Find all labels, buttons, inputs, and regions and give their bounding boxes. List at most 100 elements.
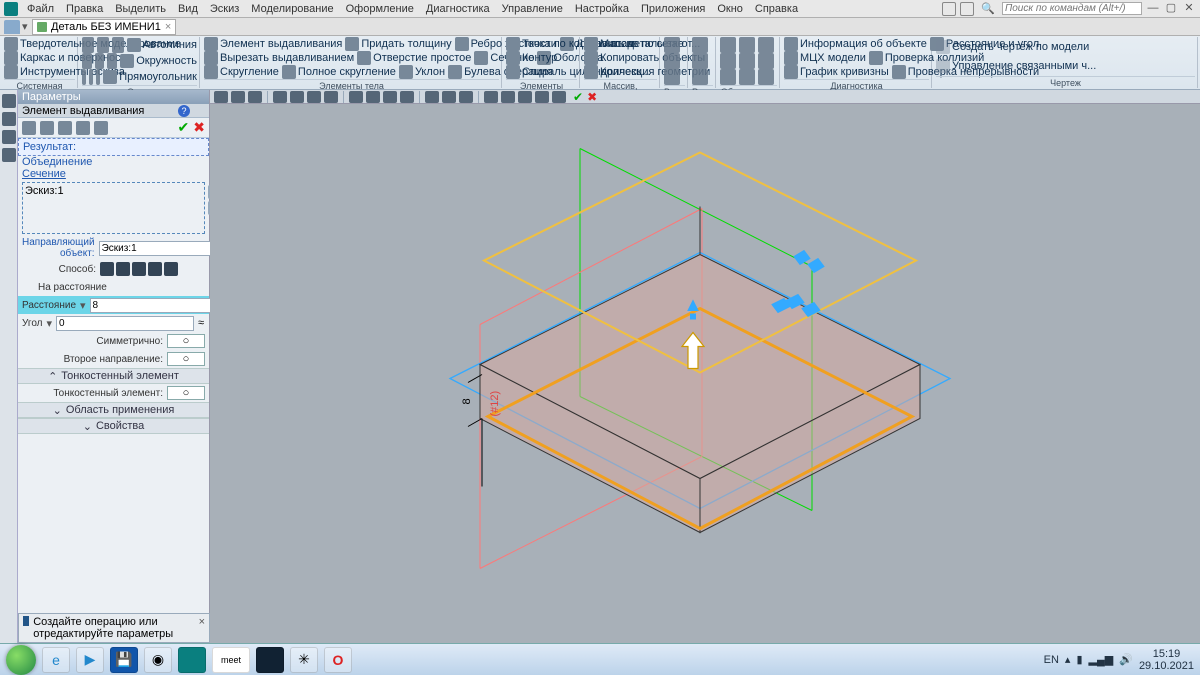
mass-button[interactable]: МЦХ модели <box>784 51 866 65</box>
hole-button[interactable]: Отверстие простое <box>357 51 471 65</box>
vt-9[interactable] <box>366 91 380 103</box>
tb-ie[interactable]: e <box>42 647 70 673</box>
method-2[interactable] <box>116 262 130 276</box>
ann-3[interactable] <box>758 37 774 53</box>
rect-button[interactable]: Прямоугольник <box>103 70 197 84</box>
aux-icon-3[interactable] <box>664 69 680 85</box>
dim-icon-3[interactable] <box>692 69 708 85</box>
redo-icon[interactable] <box>95 53 105 69</box>
dim-icon-2[interactable] <box>692 53 708 69</box>
tool-4[interactable] <box>76 121 90 135</box>
ann-5[interactable] <box>739 53 755 69</box>
create-drawing-button[interactable]: Создать чертеж по модели <box>936 40 1195 54</box>
ann-8[interactable] <box>739 69 755 85</box>
tb-media[interactable]: ▶ <box>76 647 104 673</box>
vt-14[interactable] <box>459 91 473 103</box>
circle-button[interactable]: Окружность <box>120 54 197 68</box>
menu-format[interactable]: Оформление <box>343 2 417 16</box>
tb-dark[interactable] <box>256 647 284 673</box>
tool-5[interactable] <box>94 121 108 135</box>
tool-1[interactable] <box>22 121 36 135</box>
tray-up[interactable]: ▴ <box>1065 653 1071 666</box>
menu-view[interactable]: Вид <box>175 2 201 16</box>
apply-button[interactable]: ✔ <box>178 119 190 136</box>
vp-apply[interactable]: ✔ <box>573 90 583 104</box>
tb-gear[interactable]: ✳ <box>290 647 318 673</box>
vt-11[interactable] <box>400 91 414 103</box>
more-icon[interactable] <box>2 148 16 162</box>
vt-15[interactable] <box>484 91 498 103</box>
dir2-checkbox[interactable]: ○ <box>167 352 205 366</box>
record-icon[interactable] <box>960 2 974 16</box>
vt-6[interactable] <box>307 91 321 103</box>
tb-app[interactable] <box>178 647 206 673</box>
document-tab[interactable]: Деталь БЕЗ ИМЕНИ1 × <box>32 19 176 35</box>
undo-icon[interactable] <box>82 53 92 69</box>
vt-18[interactable] <box>535 91 549 103</box>
close-button[interactable]: ✕ <box>1182 2 1196 16</box>
menu-settings[interactable]: Настройка <box>572 2 632 16</box>
clock-date[interactable]: 29.10.2021 <box>1139 660 1194 672</box>
new-icon[interactable] <box>82 37 94 53</box>
aux-icon-2[interactable] <box>664 53 680 69</box>
tb-save[interactable]: 💾 <box>110 647 138 673</box>
draft-button[interactable]: Уклон <box>399 65 445 79</box>
method-1[interactable] <box>100 262 114 276</box>
menu-select[interactable]: Выделить <box>112 2 169 16</box>
pattern-button[interactable]: Массив по сетке <box>584 37 657 51</box>
distance-drop[interactable]: ▾ <box>80 299 86 312</box>
copy-icon[interactable] <box>107 53 117 69</box>
vt-10[interactable] <box>383 91 397 103</box>
lang-indicator[interactable]: EN <box>1044 654 1059 666</box>
tb-opera[interactable]: O <box>324 647 352 673</box>
menu-model[interactable]: Моделирование <box>248 2 336 16</box>
symm-checkbox[interactable]: ○ <box>167 334 205 348</box>
solid-modeling-button[interactable]: Твердотельное моделирование <box>4 37 75 51</box>
tool-3[interactable] <box>58 121 72 135</box>
vp-cancel[interactable]: ✖ <box>587 90 597 104</box>
sketch-tools-button[interactable]: Инструменты эскиза <box>4 65 75 79</box>
menu-window[interactable]: Окно <box>714 2 746 16</box>
model-canvas[interactable]: 8 (#12) <box>210 104 1200 643</box>
maximize-button[interactable]: ▢ <box>1164 2 1178 16</box>
vt-13[interactable] <box>442 91 456 103</box>
wireframe-button[interactable]: Каркас и поверхности <box>4 51 75 65</box>
status-close[interactable]: × <box>199 616 205 640</box>
tray-signal[interactable]: ▂▄▆ <box>1089 653 1114 666</box>
method-5[interactable] <box>164 262 178 276</box>
section-link[interactable]: Сечение <box>22 168 66 180</box>
menu-manage[interactable]: Управление <box>499 2 566 16</box>
tb-meet[interactable]: meet <box>212 647 250 673</box>
tool-2[interactable] <box>40 121 54 135</box>
start-button[interactable] <box>6 645 36 675</box>
point-button[interactable]: Точка по координатам <box>506 37 577 51</box>
pin-icon[interactable] <box>193 105 205 117</box>
ann-9[interactable] <box>758 69 774 85</box>
vt-3[interactable] <box>248 91 262 103</box>
tree-icon[interactable] <box>2 94 16 108</box>
cut-extrude-button[interactable]: Вырезать выдавливанием <box>204 51 354 65</box>
curvature-button[interactable]: График кривизны <box>784 65 889 79</box>
ann-6[interactable] <box>758 53 774 69</box>
thin-section-header[interactable]: ⌃Тонкостенный элемент <box>18 368 209 384</box>
method-4[interactable] <box>148 262 162 276</box>
distance-input[interactable] <box>90 298 228 313</box>
info-button[interactable]: Информация об объекте <box>784 37 927 51</box>
manage-links-button[interactable]: Управление связанными ч... <box>936 59 1195 73</box>
ann-1[interactable] <box>720 37 736 53</box>
vt-12[interactable] <box>425 91 439 103</box>
angle-drop[interactable]: ▾ <box>47 317 53 330</box>
menu-edit[interactable]: Правка <box>63 2 106 16</box>
clock-time[interactable]: 15:19 <box>1139 648 1194 660</box>
fillet-button[interactable]: Скругление <box>204 65 279 79</box>
ann-7[interactable] <box>720 69 736 85</box>
layers-icon[interactable] <box>2 112 16 126</box>
cancel-button[interactable]: ✖ <box>193 119 205 136</box>
menu-sketch[interactable]: Эскиз <box>207 2 242 16</box>
scope-section-header[interactable]: ⌄Область применения <box>18 402 209 418</box>
thin-checkbox[interactable]: ○ <box>167 386 205 400</box>
tab-close-button[interactable]: × <box>165 21 171 33</box>
extrude-button[interactable]: Элемент выдавливания <box>204 37 342 51</box>
layout-icon[interactable] <box>942 2 956 16</box>
command-search-input[interactable] <box>1002 2 1142 15</box>
